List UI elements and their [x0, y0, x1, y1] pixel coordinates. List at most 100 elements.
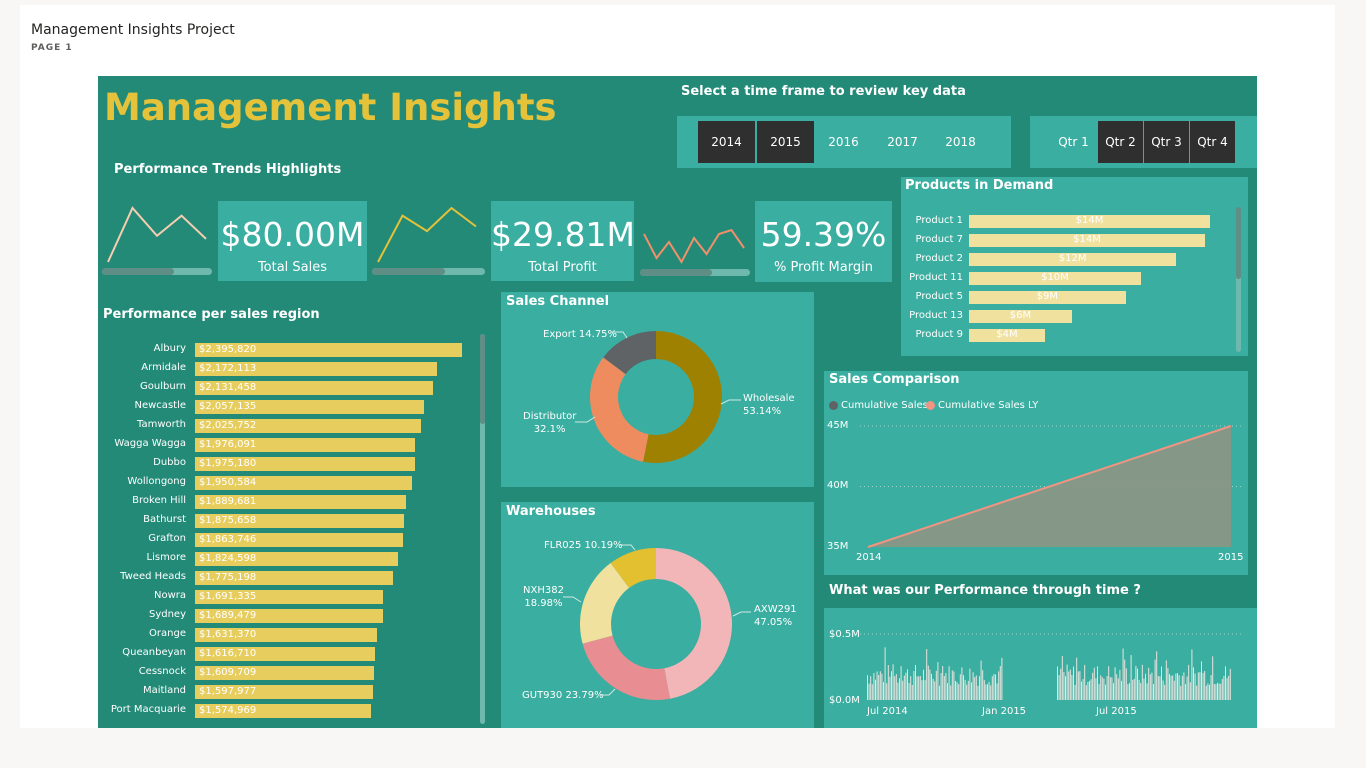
region-row[interactable]: Orange $1,631,370	[98, 627, 478, 643]
product-row[interactable]: Product 11 $10M	[901, 270, 1231, 286]
daily-sales-bar	[1186, 676, 1188, 700]
total-sales-label: Total Sales	[257, 260, 328, 275]
region-row[interactable]: Wagga Wagga $1,976,091	[98, 437, 478, 453]
region-row[interactable]: Sydney $1,689,479	[98, 608, 478, 624]
region-bar[interactable]: $2,395,820	[195, 343, 462, 357]
sales-comparison-chart	[860, 425, 1244, 548]
daily-sales-bar	[1177, 673, 1178, 700]
sales-progress-track[interactable]	[102, 268, 212, 275]
region-bar[interactable]: $1,976,091	[195, 438, 416, 452]
region-value: $1,889,681	[199, 496, 257, 507]
product-row[interactable]: Product 13 $6M	[901, 308, 1231, 324]
product-row[interactable]: Product 7 $14M	[901, 232, 1231, 248]
region-row[interactable]: Maitland $1,597,977	[98, 684, 478, 700]
margin-progress-track[interactable]	[640, 269, 750, 276]
margin-sparkline	[643, 228, 745, 265]
product-bar[interactable]: $10M	[969, 272, 1141, 285]
region-row[interactable]: Newcastle $2,057,135	[98, 399, 478, 415]
daily-sales-bar	[1111, 677, 1113, 700]
profit-progress-track[interactable]	[372, 268, 485, 275]
region-row[interactable]: Armidale $2,172,113	[98, 361, 478, 377]
product-bar[interactable]: $14M	[969, 234, 1205, 247]
region-bar[interactable]: $1,609,709	[195, 666, 375, 680]
daily-sales-bar	[1145, 673, 1146, 700]
region-bar[interactable]: $1,691,335	[195, 590, 384, 604]
quarter-button-3[interactable]: Qtr 3	[1144, 121, 1189, 163]
region-bar[interactable]: $2,057,135	[195, 400, 425, 414]
product-row[interactable]: Product 5 $9M	[901, 289, 1231, 305]
region-bar[interactable]: $1,631,370	[195, 628, 377, 642]
daily-sales-bar	[1132, 679, 1134, 700]
region-bar[interactable]: $1,975,180	[195, 457, 416, 471]
quarter-button-1[interactable]: Qtr 1	[1051, 121, 1096, 163]
products-scrollbar-thumb[interactable]	[1236, 207, 1241, 279]
region-row[interactable]: Queanbeyan $1,616,710	[98, 646, 478, 662]
regions-scrollbar[interactable]	[480, 334, 485, 724]
region-row[interactable]: Goulburn $2,131,458	[98, 380, 478, 396]
region-bar[interactable]: $2,172,113	[195, 362, 438, 376]
regions-scrollbar-thumb[interactable]	[480, 334, 485, 424]
product-bar[interactable]: $4M	[969, 329, 1045, 342]
region-bar[interactable]: $1,775,198	[195, 571, 393, 585]
region-value: $1,875,658	[199, 515, 257, 526]
region-bar[interactable]: $2,025,752	[195, 419, 421, 433]
daily-sales-bar	[1100, 675, 1102, 700]
daily-sales-bar	[1113, 683, 1114, 700]
year-button-2017[interactable]: 2017	[874, 121, 931, 163]
region-row[interactable]: Broken Hill $1,889,681	[98, 494, 478, 510]
region-name: Maitland	[142, 685, 186, 696]
region-bar[interactable]: $2,131,458	[195, 381, 433, 395]
region-value: $2,172,113	[199, 363, 257, 374]
region-row[interactable]: Nowra $1,691,335	[98, 589, 478, 605]
quarter-button-2[interactable]: Qtr 2	[1098, 121, 1143, 163]
year-button-2014[interactable]: 2014	[698, 121, 755, 163]
region-value: $1,609,709	[199, 667, 257, 678]
region-row[interactable]: Bathurst $1,875,658	[98, 513, 478, 529]
product-bar[interactable]: $9M	[969, 291, 1126, 304]
product-bar[interactable]: $6M	[969, 310, 1072, 323]
product-bar[interactable]: $12M	[969, 253, 1177, 266]
product-bar[interactable]: $14M	[969, 215, 1210, 228]
region-row[interactable]: Lismore $1,824,598	[98, 551, 478, 567]
region-bar[interactable]: $1,950,584	[195, 476, 413, 490]
region-bar[interactable]: $1,616,710	[195, 647, 376, 661]
product-row[interactable]: Product 9 $4M	[901, 327, 1231, 343]
margin-progress-fill	[640, 269, 712, 276]
product-name: Product 1	[915, 215, 963, 226]
region-row[interactable]: Wollongong $1,950,584	[98, 475, 478, 491]
region-row[interactable]: Tweed Heads $1,775,198	[98, 570, 478, 586]
quarter-button-4[interactable]: Qtr 4	[1190, 121, 1235, 163]
daily-sales-bar	[929, 669, 931, 700]
region-name: Nowra	[153, 590, 186, 601]
region-bar[interactable]: $1,863,746	[195, 533, 403, 547]
region-bar[interactable]: $1,597,977	[195, 685, 374, 699]
region-row[interactable]: Albury $2,395,820	[98, 342, 478, 358]
daily-sales-bar	[923, 669, 924, 700]
region-bar[interactable]: $1,689,479	[195, 609, 384, 623]
region-bar[interactable]: $1,574,969	[195, 704, 371, 718]
daily-sales-bar	[1201, 661, 1202, 700]
region-row[interactable]: Port Macquarie $1,574,969	[98, 703, 478, 719]
daily-sales-bar	[961, 667, 963, 700]
page-label[interactable]: PAGE 1	[31, 43, 73, 53]
region-row[interactable]: Cessnock $1,609,709	[98, 665, 478, 681]
region-bar[interactable]: $1,824,598	[195, 552, 399, 566]
daily-sales-bar	[937, 662, 939, 700]
year-button-2016[interactable]: 2016	[815, 121, 872, 163]
product-row[interactable]: Product 2 $12M	[901, 251, 1231, 267]
year-button-2018[interactable]: 2018	[932, 121, 989, 163]
product-row[interactable]: Product 1 $14M	[901, 213, 1231, 229]
region-row[interactable]: Grafton $1,863,746	[98, 532, 478, 548]
region-bar[interactable]: $1,889,681	[195, 495, 406, 509]
region-bar[interactable]: $1,875,658	[195, 514, 405, 528]
region-name: Dubbo	[153, 457, 186, 468]
region-row[interactable]: Tamworth $2,025,752	[98, 418, 478, 434]
daily-sales-bar	[1157, 676, 1159, 700]
region-row[interactable]: Dubbo $1,975,180	[98, 456, 478, 472]
daily-sales-bar	[1188, 664, 1190, 700]
products-scrollbar[interactable]	[1236, 207, 1241, 352]
daily-sales-bar	[899, 678, 900, 700]
daily-sales-bar	[1103, 678, 1105, 700]
year-button-2015[interactable]: 2015	[757, 121, 814, 163]
daily-sales-bar	[1210, 675, 1212, 700]
